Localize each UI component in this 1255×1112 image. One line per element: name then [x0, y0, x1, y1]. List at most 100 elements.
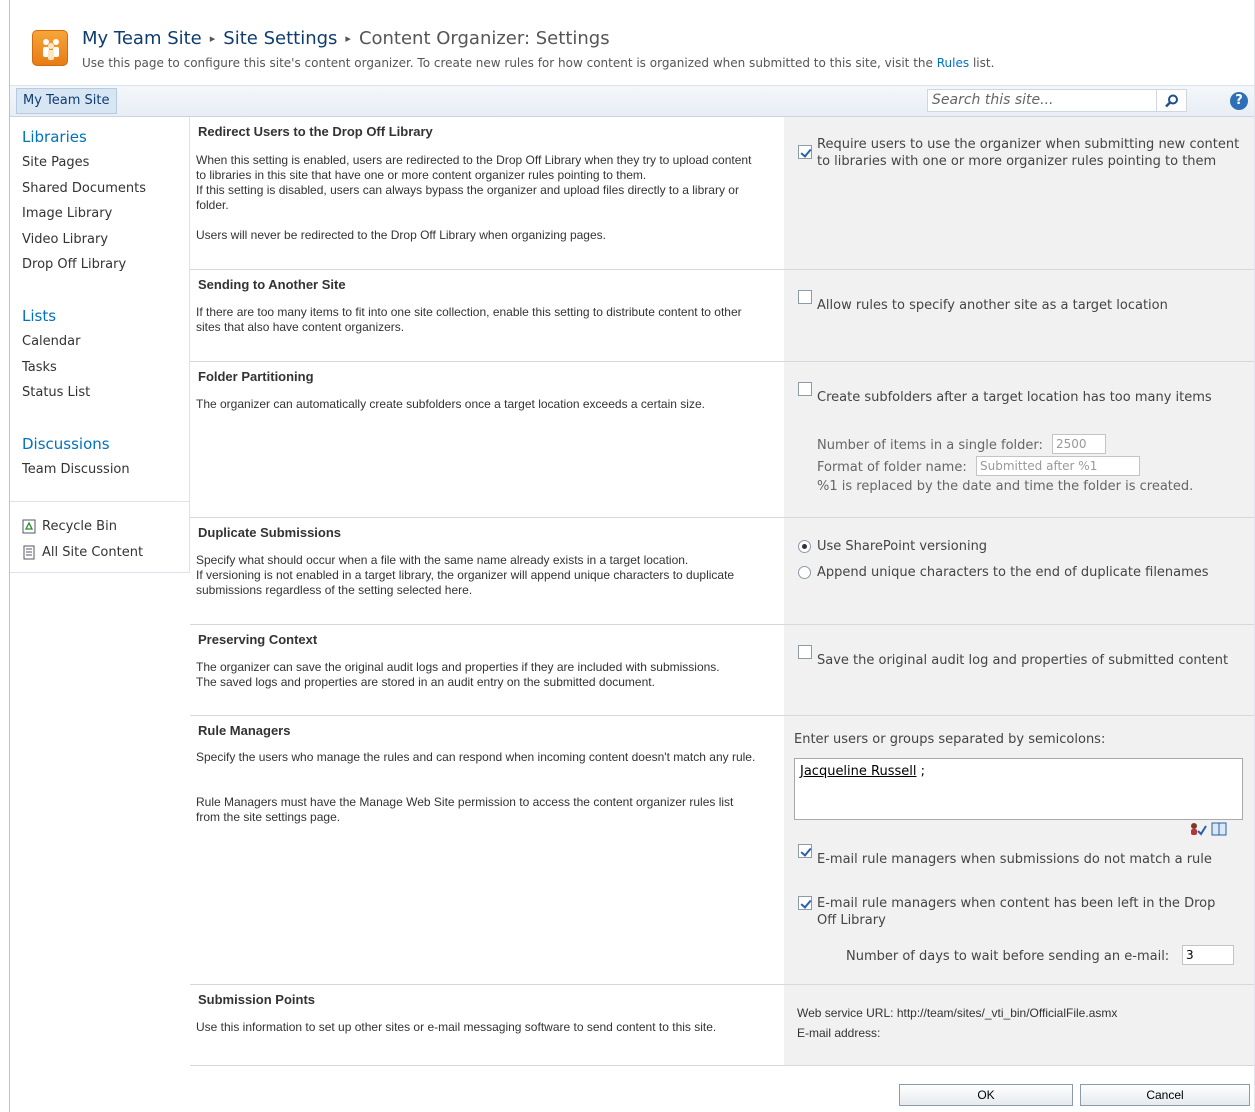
- folder-name-format-input[interactable]: Submitted after %1: [976, 456, 1140, 476]
- person-name[interactable]: Jacqueline Russell: [800, 764, 917, 779]
- section-description: Specify what should occur when a file wi…: [196, 553, 689, 567]
- nav-item-status-list[interactable]: Status List: [22, 385, 90, 400]
- site-logo-icon[interactable]: [32, 30, 68, 66]
- web-service-url: Web service URL: http://team/sites/_vti_…: [797, 1006, 1117, 1020]
- nav-heading-lists[interactable]: Lists: [22, 307, 56, 325]
- web-service-url-value: http://team/sites/_vti_bin/OfficialFile.…: [896, 1006, 1118, 1020]
- email-address-label: E-mail address:: [797, 1026, 881, 1040]
- section-submission-points: Submission Points Use this information t…: [190, 985, 1254, 1066]
- search-input[interactable]: Search this site...: [927, 89, 1157, 112]
- section-control-area: Use SharePoint versioning Append unique …: [784, 518, 1254, 624]
- allow-another-site-checkbox[interactable]: [798, 290, 812, 304]
- section-description: Use this information to set up other sit…: [196, 1020, 717, 1034]
- nav-item-video-library[interactable]: Video Library: [22, 232, 108, 247]
- section-description: If there are too many items to fit into …: [196, 305, 742, 334]
- nav-item-team-discussion[interactable]: Team Discussion: [22, 462, 130, 477]
- section-description: Users will never be redirected to the Dr…: [196, 228, 606, 242]
- breadcrumb-site-link[interactable]: My Team Site: [82, 28, 202, 49]
- rule-managers-people-picker[interactable]: Jacqueline Russell ;: [794, 758, 1243, 820]
- items-per-folder-input[interactable]: 2500: [1052, 434, 1106, 454]
- section-redirect: Redirect Users to the Drop Off Library W…: [190, 117, 1254, 270]
- append-characters-radio[interactable]: [798, 566, 811, 579]
- nav-item-drop-off-library[interactable]: Drop Off Library: [22, 257, 126, 272]
- breadcrumb-site-settings-link[interactable]: Site Settings: [223, 28, 337, 49]
- save-audit-log-label: Save the original audit log and properti…: [817, 653, 1229, 668]
- recycle-bin-icon: [22, 519, 36, 534]
- items-per-folder-label: Number of items in a single folder:: [817, 438, 1043, 453]
- section-title: Sending to Another Site: [198, 277, 346, 292]
- require-organizer-label: Require users to use the organizer when …: [817, 137, 1240, 169]
- nav-item-calendar[interactable]: Calendar: [22, 334, 80, 349]
- section-title: Submission Points: [198, 992, 316, 1007]
- section-rule-managers: Rule Managers Specify the users who mana…: [190, 716, 1254, 985]
- people-picker-label: Enter users or groups separated by semic…: [794, 732, 1106, 747]
- section-description-area: Redirect Users to the Drop Off Library W…: [190, 117, 784, 269]
- section-description: The organizer can automatically create s…: [196, 397, 705, 411]
- all-site-content-icon: [23, 545, 35, 560]
- days-to-wait-input[interactable]: 3: [1182, 945, 1234, 965]
- append-characters-label: Append unique characters to the end of d…: [817, 565, 1209, 580]
- folder-name-format-label: Format of folder name:: [817, 460, 967, 475]
- section-description: The organizer can save the original audi…: [196, 660, 720, 674]
- nav-item-recycle-bin[interactable]: Recycle Bin: [22, 519, 117, 534]
- save-audit-log-checkbox[interactable]: [798, 645, 812, 659]
- nav-item-image-library[interactable]: Image Library: [22, 206, 112, 221]
- page-title: Content Organizer: Settings: [358, 27, 610, 49]
- section-description: The saved logs and properties are stored…: [196, 675, 655, 689]
- breadcrumb: My Team Site ▸ Site Settings ▸ Content O…: [82, 26, 610, 50]
- nav-item-all-site-content[interactable]: All Site Content: [22, 545, 143, 560]
- people-picker-entry: Jacqueline Russell ;: [800, 764, 925, 779]
- help-icon[interactable]: ?: [1230, 92, 1248, 110]
- section-folder-partitioning: Folder Partitioning The organizer can au…: [190, 362, 1254, 518]
- check-names-icon[interactable]: [1189, 822, 1207, 836]
- section-description-area: Rule Managers Specify the users who mana…: [190, 716, 784, 984]
- recycle-bin-label: Recycle Bin: [42, 519, 117, 534]
- breadcrumb-separator-icon: ▸: [345, 31, 351, 45]
- section-description: If this setting is disabled, users can a…: [196, 183, 739, 212]
- web-service-url-label: Web service URL:: [797, 1006, 894, 1020]
- all-site-content-label: All Site Content: [42, 545, 144, 560]
- nav-heading-discussions[interactable]: Discussions: [22, 435, 110, 453]
- quick-launch: Libraries Site Pages Shared Documents Im…: [10, 117, 190, 573]
- section-title: Redirect Users to the Drop Off Library: [198, 124, 433, 139]
- nav-item-shared-documents[interactable]: Shared Documents: [22, 181, 146, 196]
- search-button[interactable]: [1157, 89, 1187, 112]
- top-navigation-bar: My Team Site Search this site... ?: [10, 86, 1254, 117]
- require-organizer-checkbox[interactable]: [798, 145, 812, 159]
- email-left-in-drop-off-label: E-mail rule managers when content has be…: [817, 896, 1216, 928]
- section-description-area: Sending to Another Site If there are too…: [190, 270, 784, 361]
- create-subfolders-checkbox[interactable]: [798, 382, 812, 396]
- title-area: My Team Site ▸ Site Settings ▸ Content O…: [10, 0, 1254, 86]
- address-book-icon[interactable]: [1211, 822, 1227, 836]
- nav-item-tasks[interactable]: Tasks: [22, 360, 57, 375]
- rules-link[interactable]: Rules: [937, 56, 969, 70]
- ok-button[interactable]: OK: [899, 1084, 1073, 1106]
- nav-heading-libraries[interactable]: Libraries: [22, 128, 87, 146]
- nav-item-site-pages[interactable]: Site Pages: [22, 155, 89, 170]
- folder-name-note: %1 is replaced by the date and time the …: [817, 479, 1194, 494]
- email-no-match-label: E-mail rule managers when submissions do…: [817, 852, 1212, 867]
- section-title: Folder Partitioning: [198, 369, 314, 384]
- section-another-site: Sending to Another Site If there are too…: [190, 270, 1254, 362]
- people-picker-tools: [1189, 822, 1227, 836]
- email-left-in-drop-off-checkbox[interactable]: [798, 896, 812, 910]
- tab-my-team-site[interactable]: My Team Site: [16, 88, 117, 114]
- section-description-area: Folder Partitioning The organizer can au…: [190, 362, 784, 517]
- section-description: When this setting is enabled, users are …: [196, 153, 752, 182]
- section-control-area: Enter users or groups separated by semic…: [784, 716, 1254, 984]
- section-title: Duplicate Submissions: [198, 525, 342, 540]
- section-control-area: Create subfolders after a target locatio…: [784, 362, 1254, 517]
- page-description: Use this page to configure this site's c…: [82, 56, 994, 70]
- section-description: If versioning is not enabled in a target…: [196, 568, 735, 597]
- page-description-text: Use this page to configure this site's c…: [82, 56, 933, 70]
- section-description: Rule Managers must have the Manage Web S…: [196, 795, 734, 824]
- section-title: Preserving Context: [198, 632, 318, 647]
- use-versioning-label: Use SharePoint versioning: [817, 539, 988, 554]
- create-subfolders-label: Create subfolders after a target locatio…: [817, 390, 1212, 405]
- email-no-match-checkbox[interactable]: [798, 844, 812, 858]
- section-control-area: Save the original audit log and properti…: [784, 625, 1254, 715]
- section-control-area: Web service URL: http://team/sites/_vti_…: [784, 985, 1254, 1065]
- section-preserving-context: Preserving Context The organizer can sav…: [190, 625, 1254, 716]
- cancel-button[interactable]: Cancel: [1080, 1084, 1250, 1106]
- use-versioning-radio[interactable]: [798, 540, 811, 553]
